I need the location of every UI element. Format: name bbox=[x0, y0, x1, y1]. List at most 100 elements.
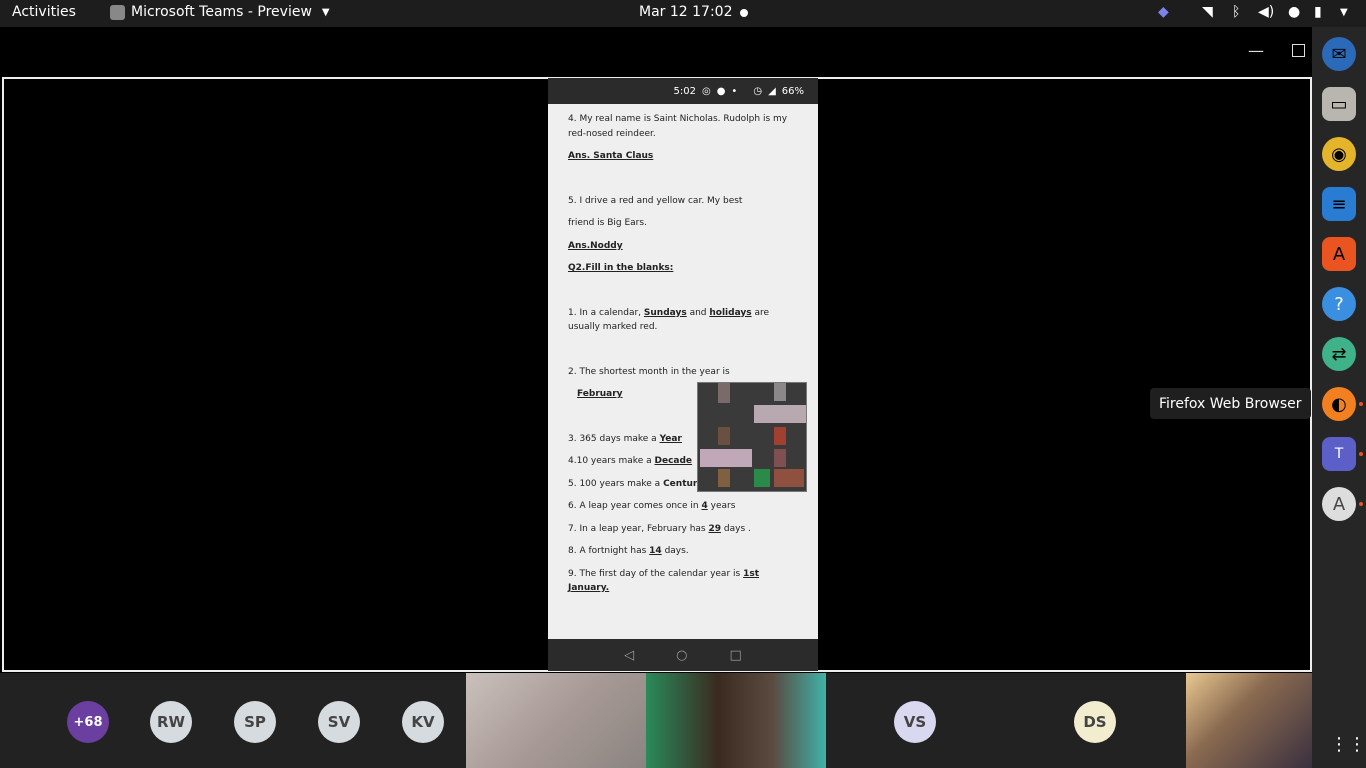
blank-1-text: 1. In a calendar, bbox=[568, 307, 642, 318]
blank-7-rest: days . bbox=[723, 523, 751, 534]
shared-phone-screen: 5:02 ◎ ● • ◷ ◢ 66% 4. My real name is Sa… bbox=[548, 78, 818, 671]
blank-8-answer: 14 bbox=[649, 546, 662, 556]
dock: ✉ ▭ ◉ ≡ A ? ⇄ ◐ T A bbox=[1312, 27, 1366, 768]
recents-icon[interactable]: □ bbox=[730, 648, 742, 663]
blank-6-rest: years bbox=[710, 501, 736, 511]
microphone-icon[interactable]: ● bbox=[1288, 4, 1300, 20]
participants-strip: +68 RW SP SV KV VS DS bbox=[0, 673, 1312, 768]
video-tile bbox=[774, 427, 786, 445]
participant-avatar[interactable]: VS bbox=[894, 701, 936, 743]
blank-4-text: 4.10 years make a bbox=[568, 456, 652, 466]
blank-7-text: 7. In a leap year, February has bbox=[568, 523, 706, 534]
teams-app-icon bbox=[110, 4, 125, 20]
video-tile bbox=[700, 449, 752, 467]
participant-video[interactable] bbox=[1186, 673, 1312, 768]
blank-1-and: and bbox=[689, 307, 707, 318]
embedded-meeting-thumbnail bbox=[697, 382, 807, 492]
video-tile bbox=[774, 469, 804, 487]
participant-avatar[interactable]: DS bbox=[1074, 701, 1116, 743]
files-icon[interactable]: ▭ bbox=[1322, 87, 1356, 121]
restore-button[interactable] bbox=[1292, 44, 1305, 57]
battery-icon[interactable]: ▮ bbox=[1314, 4, 1322, 20]
libreoffice-writer-icon[interactable]: ≡ bbox=[1322, 187, 1356, 221]
video-tile bbox=[754, 469, 770, 487]
notification-dot-icon bbox=[740, 9, 748, 17]
facebook-icon: ● bbox=[716, 85, 726, 97]
participant-video[interactable] bbox=[466, 673, 646, 768]
participant-avatar[interactable]: RW bbox=[150, 701, 192, 743]
back-icon[interactable]: ◁ bbox=[624, 648, 634, 663]
video-tile bbox=[774, 449, 786, 467]
teams-icon[interactable]: T bbox=[1322, 437, 1356, 471]
blank-8-rest: days. bbox=[664, 546, 689, 556]
home-icon[interactable]: ○ bbox=[676, 648, 687, 663]
blank-6-text: 6. A leap year comes once in bbox=[568, 501, 699, 511]
overflow-participants-button[interactable]: +68 bbox=[67, 701, 109, 743]
blank-6-answer: 4 bbox=[701, 501, 708, 511]
blank-8-text: 8. A fortnight has bbox=[568, 546, 647, 556]
alarm-icon: ◷ bbox=[753, 85, 763, 97]
firefox-icon[interactable]: ◐ bbox=[1322, 387, 1356, 421]
video-tile bbox=[774, 383, 786, 401]
video-tile bbox=[718, 427, 730, 445]
minimize-button[interactable]: — bbox=[1248, 41, 1264, 60]
blank-2: 2. The shortest month in the year is bbox=[568, 366, 730, 377]
blank-4-answer: Decade bbox=[654, 456, 693, 466]
blank-6: 6. A leap year comes once in 4 years bbox=[568, 499, 798, 514]
blank-8: 8. A fortnight has 14 days. bbox=[568, 544, 798, 559]
dot-icon: • bbox=[731, 85, 738, 97]
blank-1-answer-b: holidays bbox=[709, 307, 752, 318]
wifi-icon[interactable]: ◥ bbox=[1202, 4, 1213, 20]
teams-tray-icon[interactable]: ◆ bbox=[1158, 4, 1169, 20]
participant-video[interactable] bbox=[646, 673, 826, 768]
blank-1: 1. In a calendar, Sundays and holidays a… bbox=[568, 306, 798, 335]
blank-3-answer: Year bbox=[659, 433, 682, 444]
blank-9-text: 9. The first day of the calendar year is bbox=[568, 568, 741, 579]
phone-battery: 66% bbox=[781, 85, 804, 97]
activities-button[interactable]: Activities bbox=[12, 4, 76, 20]
rhythmbox-icon[interactable]: ◉ bbox=[1322, 137, 1356, 171]
blank-3-text: 3. 365 days make a bbox=[568, 433, 657, 444]
phone-document: 4. My real name is Saint Nicholas. Rudol… bbox=[548, 104, 818, 596]
thunderbird-icon[interactable]: ✉ bbox=[1322, 37, 1356, 71]
top-bar: Activities Microsoft Teams - Preview ▼ M… bbox=[0, 0, 1366, 27]
window-titlebar: — bbox=[0, 27, 1312, 77]
phone-status-bar: 5:02 ◎ ● • ◷ ◢ 66% bbox=[548, 78, 818, 104]
running-indicator bbox=[1359, 452, 1363, 456]
question-5-line2: friend is Big Ears. bbox=[568, 218, 647, 228]
question-4: 4. My real name is Saint Nicholas. Rudol… bbox=[568, 114, 788, 139]
software-icon[interactable]: A bbox=[1322, 237, 1356, 271]
whatsapp-icon: ◎ bbox=[701, 85, 711, 97]
participant-avatar[interactable]: SP bbox=[234, 701, 276, 743]
signal-icon: ◢ bbox=[768, 85, 776, 97]
software-updater-icon[interactable]: A bbox=[1322, 487, 1356, 521]
phone-nav-bar: ◁ ○ □ bbox=[548, 639, 818, 671]
volume-icon[interactable]: ◀) bbox=[1258, 4, 1274, 20]
dock-tooltip: Firefox Web Browser bbox=[1150, 388, 1311, 419]
video-tile bbox=[718, 383, 730, 403]
running-indicator bbox=[1359, 402, 1363, 406]
bluetooth-icon[interactable]: ᛒ bbox=[1232, 4, 1240, 20]
participant-avatar[interactable]: KV bbox=[402, 701, 444, 743]
blank-5-text: 5. 100 years make a bbox=[568, 478, 661, 489]
app-menu-label: Microsoft Teams - Preview bbox=[131, 4, 312, 20]
show-applications-icon[interactable]: ⋮⋮⋮ bbox=[1330, 734, 1366, 755]
q2-heading: Q2.Fill in the blanks: bbox=[568, 263, 674, 273]
clock[interactable]: Mar 12 17:02 bbox=[639, 4, 732, 20]
question-5-line1: 5. I drive a red and yellow car. My best bbox=[568, 195, 743, 206]
video-tile bbox=[718, 469, 730, 487]
running-indicator bbox=[1359, 502, 1363, 506]
system-menu-chevron-icon[interactable]: ▼ bbox=[1340, 7, 1348, 18]
answer-5: Ans.Noddy bbox=[568, 240, 623, 251]
participant-avatar[interactable]: SV bbox=[318, 701, 360, 743]
answer-4: Ans. Santa Claus bbox=[568, 151, 654, 161]
chevron-down-icon: ▼ bbox=[321, 6, 330, 18]
blank-7: 7. In a leap year, February has 29 days … bbox=[568, 522, 798, 537]
blank-9: 9. The first day of the calendar year is… bbox=[568, 567, 798, 596]
phone-time: 5:02 bbox=[673, 85, 696, 97]
remote-desktop-icon[interactable]: ⇄ bbox=[1322, 337, 1356, 371]
blank-1-answer-a: Sundays bbox=[643, 307, 687, 318]
app-menu[interactable]: Microsoft Teams - Preview ▼ bbox=[110, 4, 330, 20]
video-tile bbox=[754, 405, 806, 423]
help-icon[interactable]: ? bbox=[1322, 287, 1356, 321]
